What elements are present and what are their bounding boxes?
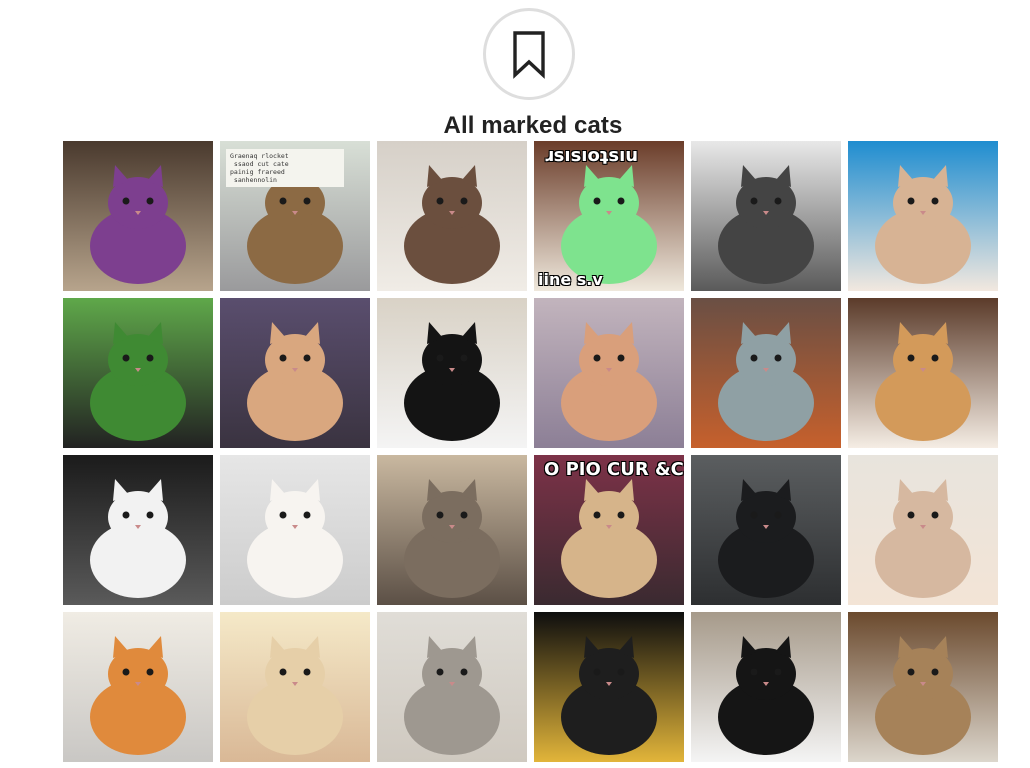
cat-photo xyxy=(63,141,213,291)
cat-thumbnail-purple-lump-cat[interactable] xyxy=(63,141,213,291)
cat-thumbnail-black-white-kitten[interactable] xyxy=(377,298,527,448)
cat-photo xyxy=(848,455,998,605)
cat-photo xyxy=(63,612,213,762)
bookmark-icon xyxy=(513,31,545,79)
cat-photo xyxy=(377,612,527,762)
cat-photo xyxy=(220,298,370,448)
cat-photo xyxy=(848,141,998,291)
cat-thumbnail-man-with-cats-on-sofa[interactable] xyxy=(220,298,370,448)
bookmark-button[interactable] xyxy=(483,8,575,100)
cat-photo xyxy=(848,612,998,762)
cat-thumbnail-orange-tabby-frowning[interactable] xyxy=(848,298,998,448)
cat-photo xyxy=(691,455,841,605)
cat-thumbnail-black-cat-on-sofa[interactable] xyxy=(691,455,841,605)
meme-caption-top: ɹsısıoʇsıu xyxy=(544,145,639,166)
cat-thumbnail-tuxedo-cat-sitting[interactable] xyxy=(691,612,841,762)
cat-photo xyxy=(691,298,841,448)
cat-thumbnail-meme-kitten[interactable]: ɹsısıoʇsıu iine s.v xyxy=(534,141,684,291)
cat-thumbnail-gray-white-cat-on-rug[interactable] xyxy=(691,141,841,291)
page-title: All marked cats xyxy=(443,112,623,139)
cat-thumbnail-brown-white-curled-cat[interactable] xyxy=(377,141,527,291)
cat-thumbnail-tabby-lying-on-carpet[interactable] xyxy=(377,455,527,605)
cat-thumbnail-gray-tabby-in-box[interactable] xyxy=(691,298,841,448)
cat-photo xyxy=(691,612,841,762)
cat-thumbnail-cream-kitten-yellow[interactable] xyxy=(220,612,370,762)
cat-photo xyxy=(377,455,527,605)
cat-thumbnail-fluffy-cream-cat-blue[interactable] xyxy=(848,141,998,291)
cat-thumbnail-cream-kitten-blue-eyes[interactable] xyxy=(848,455,998,605)
cat-thumbnail-tabby-on-couch-with-sign[interactable]: Graenaq rlocket ssaod cut cate painig fr… xyxy=(220,141,370,291)
cat-thumbnail-white-fluffy-kitten[interactable] xyxy=(220,455,370,605)
cat-photo xyxy=(377,141,527,291)
cat-thumbnail-tiny-cat-in-grass[interactable] xyxy=(63,298,213,448)
meme-caption-top: O PIO CUR &C xyxy=(544,459,684,480)
cat-photo xyxy=(220,455,370,605)
cat-thumbnail-surreal-cat-room[interactable] xyxy=(848,612,998,762)
cat-photo xyxy=(63,455,213,605)
cat-grid: Graenaq rlocket ssaod cut cate painig fr… xyxy=(63,141,998,762)
cat-photo xyxy=(63,298,213,448)
cat-thumbnail-silver-tabby-kitten[interactable] xyxy=(377,612,527,762)
sign-text: Graenaq rlocket ssaod cut cate painig fr… xyxy=(226,149,344,187)
cat-thumbnail-black-white-longhair[interactable] xyxy=(63,455,213,605)
cat-thumbnail-orange-kitten-closeup[interactable] xyxy=(63,612,213,762)
cat-photo xyxy=(691,141,841,291)
cat-photo xyxy=(848,298,998,448)
cat-photo xyxy=(534,298,684,448)
cat-thumbnail-orange-kitten-blanket[interactable] xyxy=(534,298,684,448)
marked-cats-page: All marked cats Graenaq rlocket ssaod cu… xyxy=(0,0,1030,768)
cat-photo xyxy=(220,612,370,762)
meme-caption-bottom: iine s.v xyxy=(538,270,603,289)
cat-thumbnail-black-cat-yellow-eyes[interactable] xyxy=(534,612,684,762)
cat-photo xyxy=(534,612,684,762)
cat-photo xyxy=(377,298,527,448)
cat-thumbnail-grumpy-cat-meme[interactable]: O PIO CUR &C xyxy=(534,455,684,605)
